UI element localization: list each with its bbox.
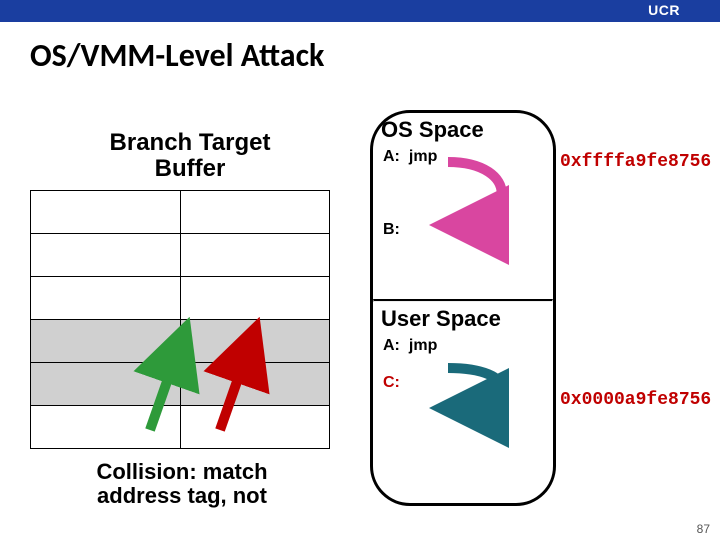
user-row-C: C: <box>383 371 543 392</box>
collision-caption: Collision: match address tag, not <box>52 460 312 508</box>
table-row <box>31 363 330 406</box>
collision-line1: Collision: match <box>96 459 267 484</box>
os-A-label: A: <box>383 148 400 165</box>
os-A-instr: jmp <box>409 148 437 165</box>
os-row-A: A: jmp <box>383 145 543 166</box>
user-A-label: A: <box>383 337 400 354</box>
user-row-A: A: jmp <box>383 334 543 355</box>
btb-label-line2: Buffer <box>155 155 226 182</box>
slide-number: 87 <box>697 522 710 536</box>
btb-label: Branch Target Buffer <box>90 130 290 183</box>
address-user: 0x0000a9fe8756 <box>560 390 711 410</box>
ucr-label: UCR <box>648 2 680 18</box>
os-row-B: B: <box>383 218 543 239</box>
collision-line2: address tag, not <box>97 483 267 508</box>
address-os: 0xffffa9fe8756 <box>560 152 711 172</box>
table-row <box>31 406 330 449</box>
table-row <box>31 234 330 277</box>
btb-table <box>30 190 330 449</box>
table-row <box>31 277 330 320</box>
space-divider <box>373 299 553 302</box>
os-space-header: OS Space <box>381 117 545 143</box>
user-C-label: C: <box>383 374 400 391</box>
user-space-header: User Space <box>381 306 545 332</box>
user-A-instr: jmp <box>409 337 437 354</box>
header-bar <box>0 0 720 22</box>
space-box: OS Space A: jmp B: User Space A: jmp C: <box>370 110 556 506</box>
slide-title: OS/VMM-Level Attack <box>30 36 324 75</box>
btb-label-line1: Branch Target <box>110 129 271 156</box>
table-row <box>31 191 330 234</box>
os-B-label: B: <box>383 221 400 238</box>
table-row <box>31 320 330 363</box>
